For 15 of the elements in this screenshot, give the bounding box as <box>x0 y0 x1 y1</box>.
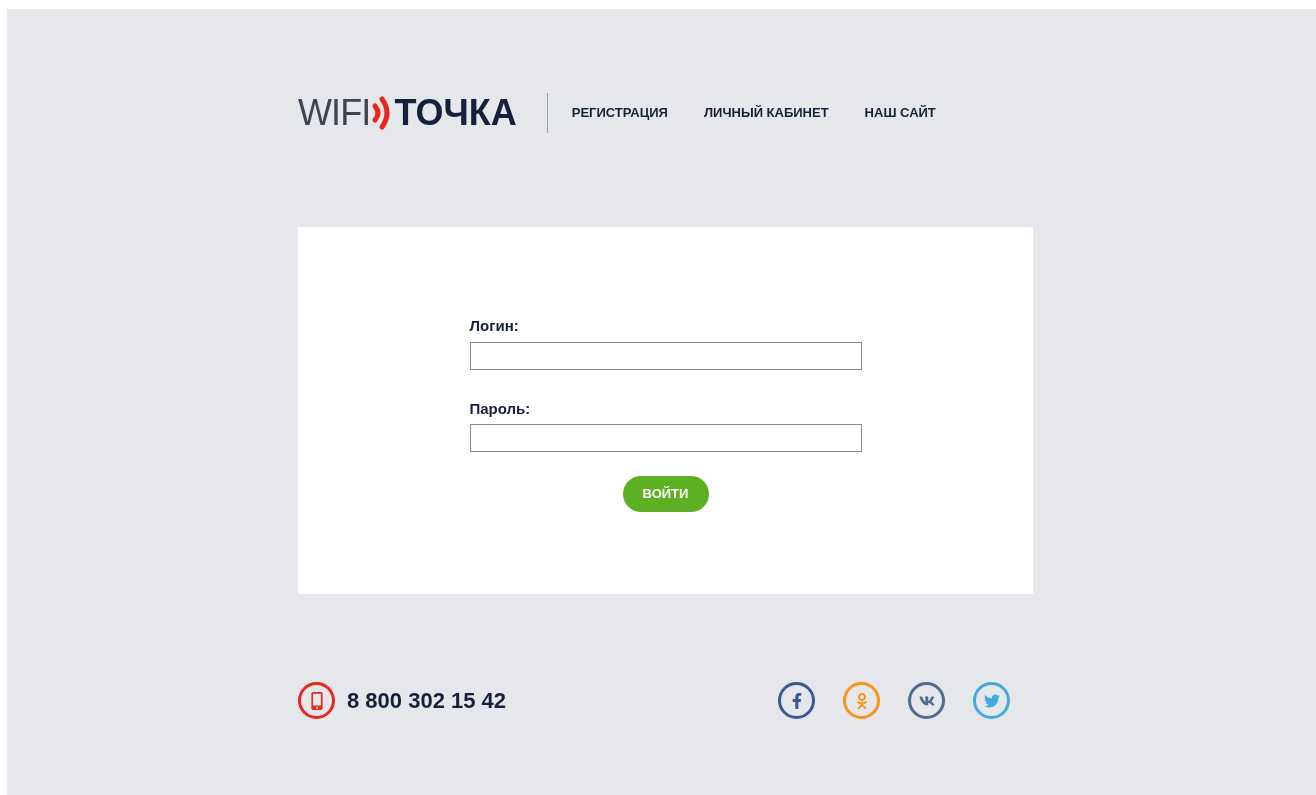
nav-link[interactable]: НАШ САЙТ <box>864 103 936 123</box>
odnoklassniki-icon[interactable] <box>843 682 880 719</box>
vk-icon[interactable] <box>908 682 945 719</box>
phone-icon <box>298 682 335 719</box>
field-label: Логин: <box>469 316 520 336</box>
field-label: Пароль: <box>469 398 532 419</box>
nav-link[interactable]: ЛИЧНЫЙ КАБИНЕТ <box>703 103 829 123</box>
phone-number: 8 800 302 15 42 <box>347 687 507 715</box>
input-field[interactable] <box>469 424 862 452</box>
nav-link[interactable]: РЕГИСТРАЦИЯ <box>571 103 668 123</box>
facebook-icon[interactable] <box>778 682 815 719</box>
twitter-icon[interactable] <box>973 682 1010 719</box>
logo-wordmark: ТОЧКА <box>394 95 517 131</box>
logo-wordmark: WIFI <box>298 95 371 131</box>
input-field[interactable] <box>469 341 862 370</box>
